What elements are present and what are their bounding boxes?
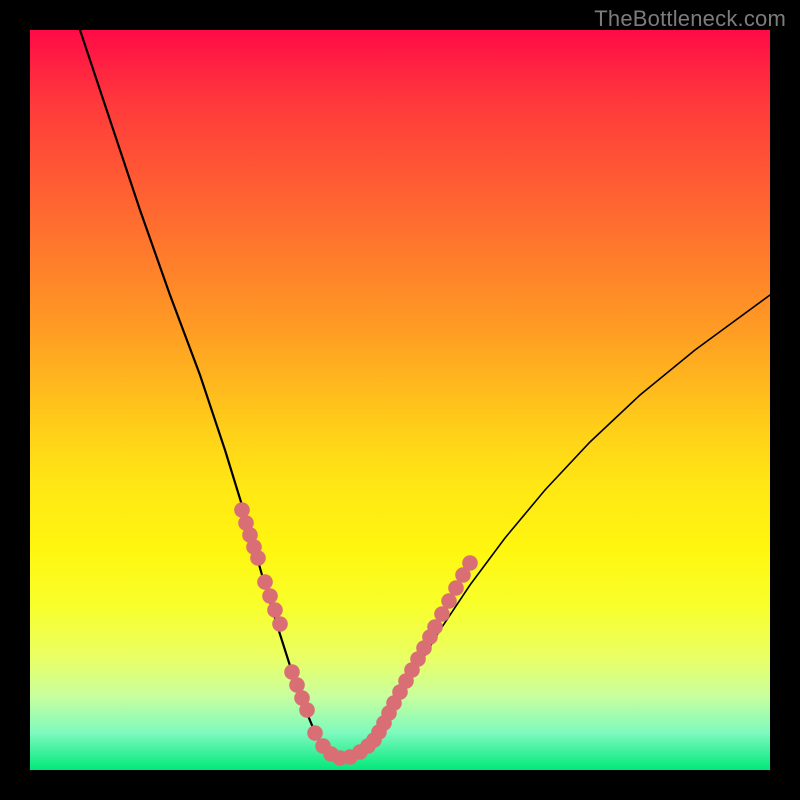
curve-svg: [30, 30, 770, 770]
bead-left-low: [299, 702, 315, 718]
bead-left-mid: [257, 574, 273, 590]
bead-left-mid: [262, 588, 278, 604]
bead-left-upper: [250, 550, 266, 566]
bead-group-container: [234, 502, 478, 766]
bead-left-mid: [267, 602, 283, 618]
bead-trough: [307, 725, 323, 741]
bead-right-upper: [462, 555, 478, 571]
watermark-text: TheBottleneck.com: [594, 6, 786, 32]
app-frame: TheBottleneck.com: [0, 0, 800, 800]
curve-left-branch: [80, 30, 340, 758]
gradient-plot-area: [30, 30, 770, 770]
bead-left-mid: [272, 616, 288, 632]
